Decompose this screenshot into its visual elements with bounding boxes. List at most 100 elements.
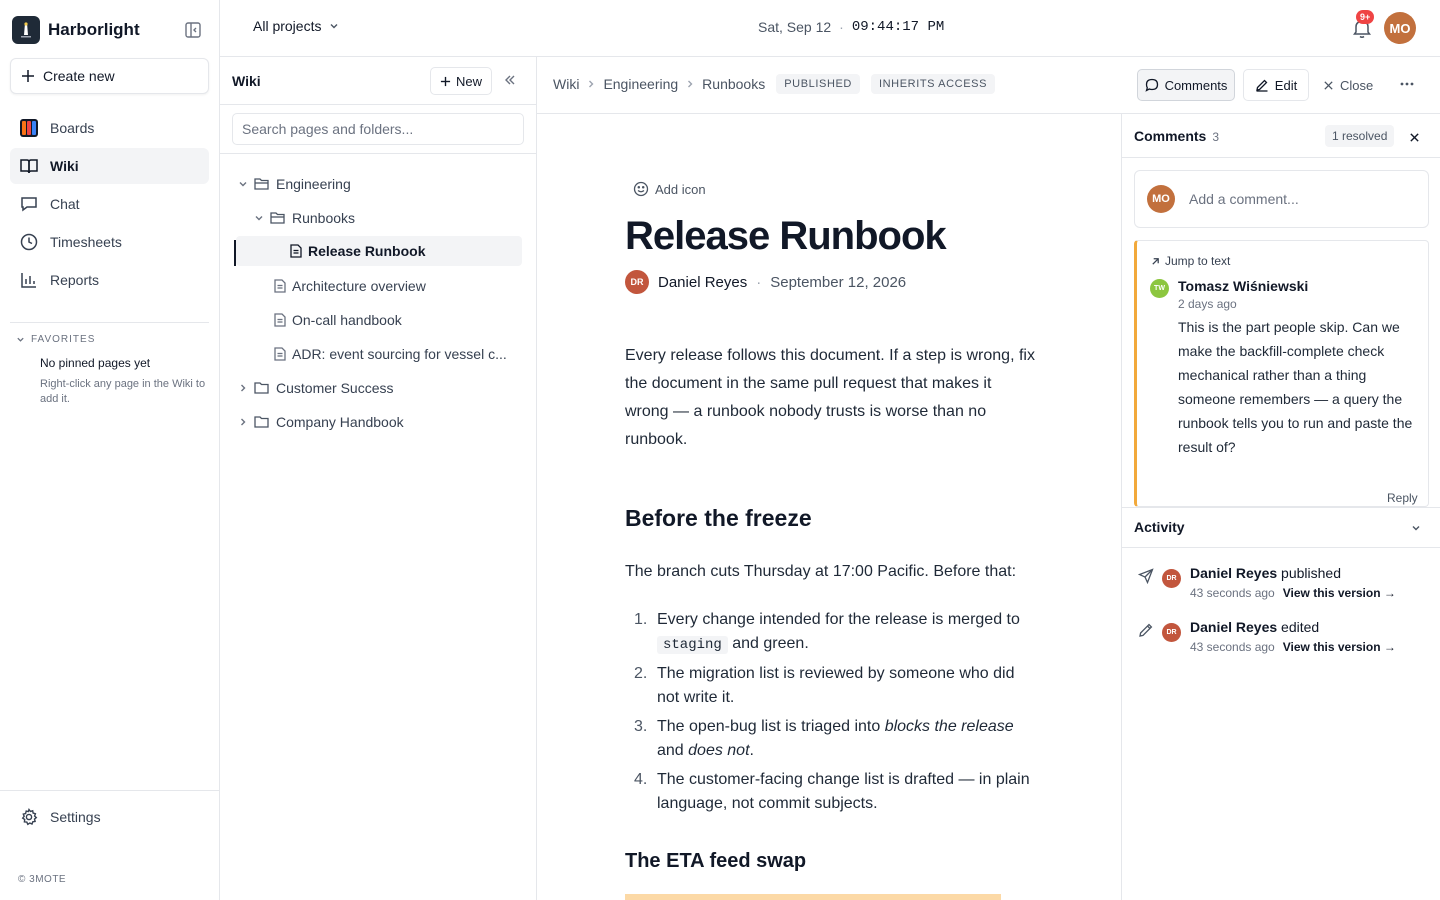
clock-icon — [20, 233, 38, 251]
panel-divider — [1122, 157, 1440, 158]
view-version-link[interactable]: View this version → — [1283, 640, 1396, 654]
settings-button[interactable]: Settings — [10, 800, 209, 834]
emphasis: does not — [688, 742, 750, 759]
tree-item-release-runbook[interactable]: Release Runbook — [236, 236, 522, 266]
author-name[interactable]: Daniel Reyes — [658, 274, 747, 291]
sidebar: Harborlight Create new Boards Wiki Chat — [0, 0, 220, 900]
nav-item-chat[interactable]: Chat — [10, 186, 209, 222]
new-page-label: New — [455, 73, 482, 89]
activity-user[interactable]: Daniel Reyes — [1190, 565, 1277, 581]
tree-item-label: Architecture overview — [292, 278, 426, 294]
close-comments-icon[interactable] — [1409, 130, 1420, 148]
tree-search-input[interactable]: Search pages and folders... — [232, 113, 524, 145]
favorites-toggle[interactable]: FAVORITES — [16, 334, 95, 345]
new-page-button[interactable]: New — [430, 67, 492, 95]
tree-search-divider — [220, 153, 536, 154]
brand[interactable]: Harborlight — [12, 16, 140, 44]
nav-label: Timesheets — [50, 234, 122, 250]
commented-text-highlight[interactable] — [625, 894, 1001, 900]
list-item: 1. Every change intended for the release… — [625, 608, 1035, 657]
create-new-button[interactable]: Create new — [10, 58, 209, 94]
chevron-down-icon[interactable] — [1410, 521, 1422, 539]
list-text-post: . — [749, 742, 754, 759]
jump-to-text-link[interactable]: Jump to text — [1151, 254, 1230, 268]
document-icon — [274, 313, 286, 327]
list-text: The migration list is reviewed by someon… — [657, 665, 1015, 706]
list-item: 4. The customer-facing change list is dr… — [625, 768, 1035, 816]
send-icon — [1138, 568, 1154, 584]
tree-title: Wiki — [232, 73, 261, 89]
comments-button-label: Comments — [1164, 77, 1228, 93]
list-text-post: and green. — [727, 635, 809, 652]
activity-action: edited — [1277, 619, 1320, 635]
more-options-icon[interactable] — [1399, 76, 1415, 97]
nav-item-boards[interactable]: Boards — [10, 110, 209, 146]
arrow-up-left-icon — [1152, 257, 1159, 265]
chat-icon — [21, 197, 37, 212]
intro-paragraph: Every release follows this document. If … — [625, 347, 1035, 448]
nav-label: Boards — [50, 120, 95, 136]
breadcrumb-wiki[interactable]: Wiki — [553, 76, 579, 92]
list-number: 2. — [634, 665, 648, 682]
list-text-mid: and — [657, 742, 689, 759]
add-icon-label: Add icon — [655, 181, 706, 197]
main-nav: Boards Wiki Chat Timesheets Reports — [10, 110, 209, 300]
pencil-icon — [1139, 623, 1153, 637]
nav-item-reports[interactable]: Reports — [10, 262, 209, 298]
list-text: Every change intended for the release is… — [657, 608, 1035, 657]
jump-label: Jump to text — [1165, 254, 1231, 268]
edit-button-label: Edit — [1274, 77, 1298, 93]
edit-button[interactable]: Edit — [1243, 69, 1309, 101]
tree-item-company-handbook[interactable]: Company Handbook — [238, 407, 404, 437]
tree-item-adr[interactable]: ADR: event sourcing for vessel c... — [274, 339, 507, 369]
view-version-link[interactable]: View this version → — [1283, 586, 1396, 600]
project-selector[interactable]: All projects — [253, 18, 339, 34]
tree-item-label: On-call handbook — [292, 312, 402, 328]
collapse-tree-icon[interactable] — [503, 73, 517, 92]
nav-item-wiki[interactable]: Wiki — [10, 148, 209, 184]
breadcrumb-runbooks[interactable]: Runbooks — [702, 76, 765, 92]
plus-icon — [22, 70, 34, 82]
copyright: © 3MOTE — [18, 874, 67, 885]
list-number: 1. — [634, 611, 648, 628]
list-item: 3. The open-bug list is triaged into blo… — [625, 715, 1035, 763]
app-root: Harborlight Create new Boards Wiki Chat — [0, 0, 1440, 900]
activity-user[interactable]: Daniel Reyes — [1190, 619, 1277, 635]
comments-button[interactable]: Comments — [1137, 69, 1235, 101]
tree-item-architecture[interactable]: Architecture overview — [274, 271, 426, 301]
list-text: The customer-facing change list is draft… — [657, 771, 1030, 812]
chevron-down-icon — [330, 24, 338, 29]
add-comment-input[interactable]: MO Add a comment... — [1134, 170, 1429, 228]
freeze-intro: The branch cuts Thursday at 17:00 Pacifi… — [625, 563, 1017, 580]
tree-item-oncall[interactable]: On-call handbook — [274, 305, 402, 335]
clock-separator: · — [839, 19, 844, 35]
create-new-label: Create new — [43, 68, 115, 84]
folder-icon — [254, 382, 269, 394]
reply-button[interactable]: Reply — [1387, 491, 1418, 505]
boards-icon — [20, 119, 38, 137]
book-icon — [20, 159, 38, 174]
comments-panel: Comments 3 1 resolved MO Add a comment..… — [1121, 114, 1440, 900]
add-icon-button[interactable]: Add icon — [633, 181, 706, 197]
freeze-checklist: 1. Every change intended for the release… — [625, 608, 1035, 821]
panel-divider — [1122, 507, 1440, 508]
sidebar-bottom-divider — [0, 790, 219, 791]
nav-label: Wiki — [50, 158, 79, 174]
close-button[interactable]: Close — [1323, 69, 1373, 101]
user-avatar[interactable]: MO — [1384, 12, 1416, 44]
comment-thread: Jump to text TW Tomasz Wiśniewski 2 days… — [1134, 240, 1429, 507]
avatar: TW — [1150, 279, 1169, 298]
logo-icon — [12, 16, 40, 44]
sidebar-divider — [10, 322, 209, 323]
smiley-icon — [633, 181, 649, 197]
breadcrumb-engineering[interactable]: Engineering — [603, 76, 678, 92]
activity-text: Daniel Reyes edited — [1190, 619, 1319, 635]
collapse-sidebar-icon[interactable] — [184, 21, 202, 39]
tree-item-customer-success[interactable]: Customer Success — [238, 373, 393, 403]
tree-item-runbooks[interactable]: Runbooks — [254, 203, 355, 233]
activity-meta: 43 seconds ago View this version → — [1190, 640, 1396, 654]
chevron-right-icon — [589, 80, 594, 88]
nav-item-timesheets[interactable]: Timesheets — [10, 224, 209, 260]
resolved-toggle[interactable]: 1 resolved — [1325, 125, 1395, 147]
tree-item-engineering[interactable]: Engineering — [238, 169, 351, 199]
